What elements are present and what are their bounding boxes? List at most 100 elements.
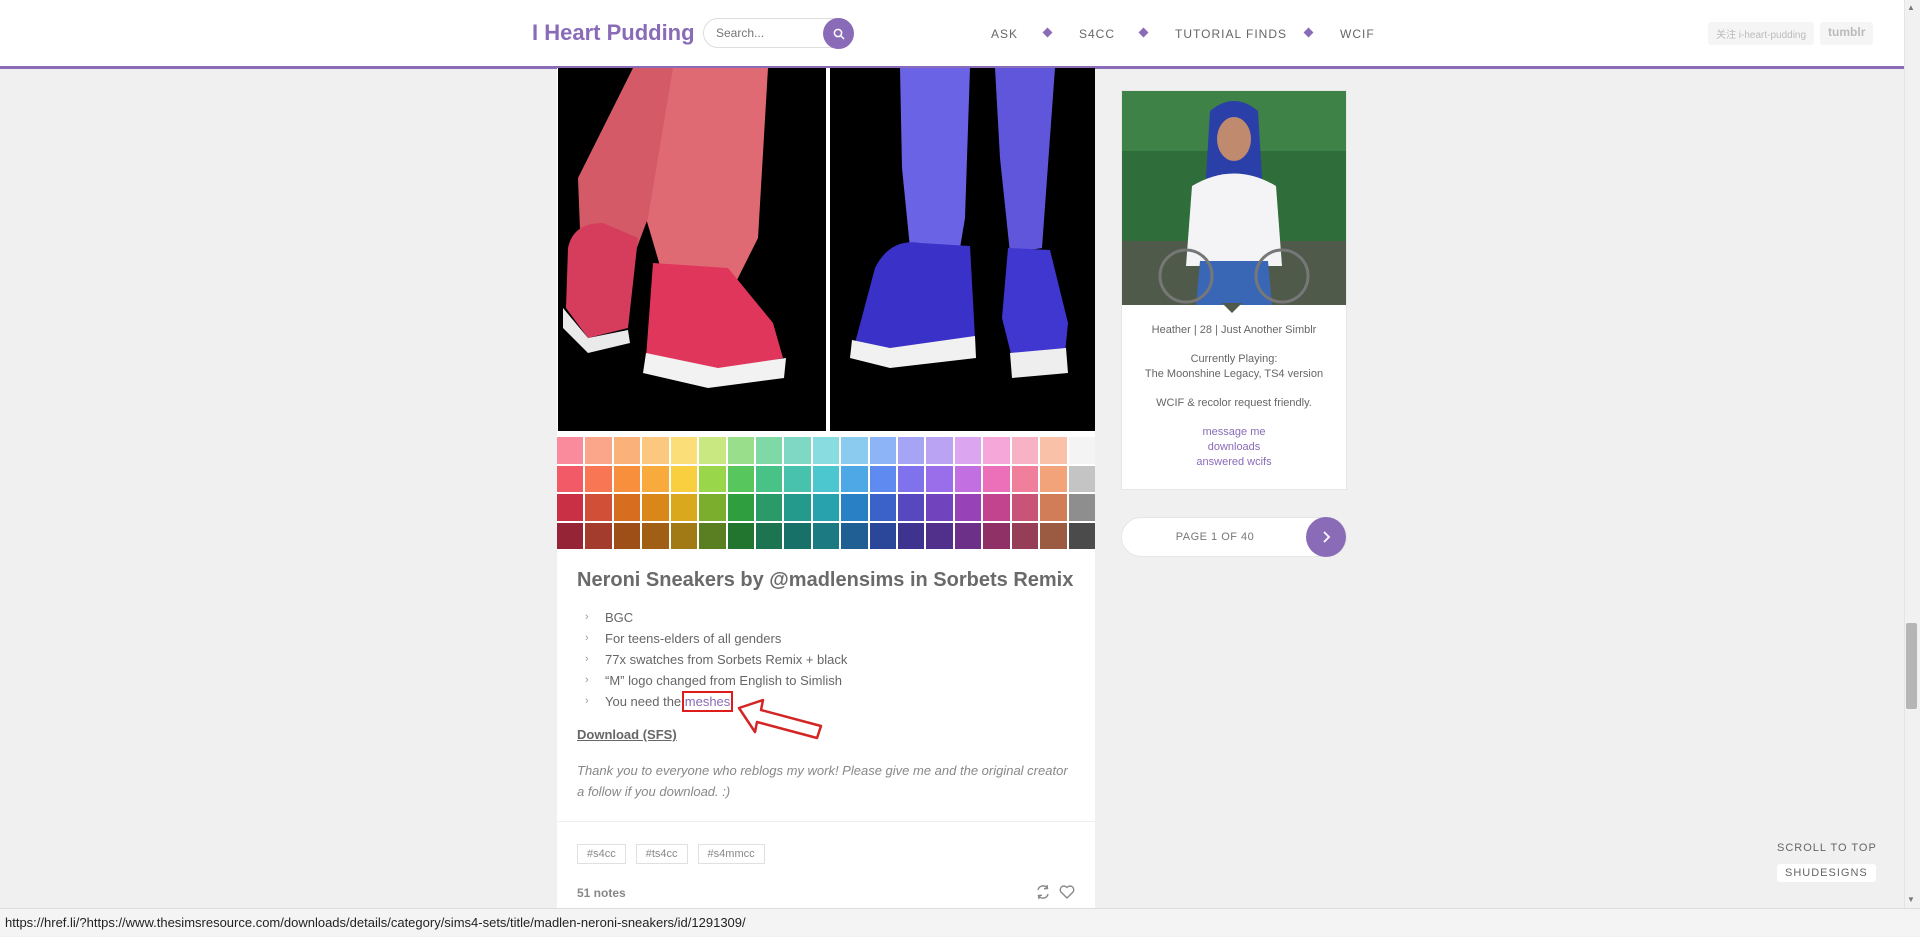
nav-wcif[interactable]: WCIF <box>1340 27 1375 41</box>
swatch <box>869 465 897 492</box>
search-icon <box>833 28 845 40</box>
swatch <box>699 522 726 549</box>
post-actions <box>1035 884 1075 900</box>
tag-s4mmcc[interactable]: #s4mmcc <box>697 844 765 864</box>
scroll-down-icon[interactable]: ▼ <box>1907 895 1915 904</box>
tag-s4cc[interactable]: #s4cc <box>577 844 626 864</box>
swatch-grid[interactable] <box>557 437 1095 549</box>
swatch <box>954 494 982 521</box>
nav-ask[interactable]: ASK <box>991 27 1018 41</box>
swatch <box>869 522 897 549</box>
swatch <box>585 522 612 549</box>
feature-text: You need the <box>605 694 685 709</box>
nav-tutorial-finds[interactable]: TUTORIAL FINDS <box>1175 27 1287 41</box>
swatch <box>898 437 925 464</box>
sneaker-photo-pink[interactable] <box>558 68 826 431</box>
swatch <box>613 494 641 521</box>
swatch <box>670 494 698 521</box>
heart-icon[interactable] <box>1059 884 1075 900</box>
swatch <box>926 437 953 464</box>
swatch <box>1040 437 1067 464</box>
swatch <box>898 522 925 549</box>
swatch <box>727 522 754 549</box>
nav-separator-icon <box>1042 27 1053 38</box>
chevron-right-icon: › <box>585 674 589 686</box>
answered-wcifs-link[interactable]: answered wcifs <box>1122 455 1346 470</box>
reblog-icon[interactable] <box>1035 884 1051 900</box>
swatch <box>1040 522 1067 549</box>
scrollbar[interactable] <box>1904 0 1920 908</box>
blog-title[interactable]: I Heart Pudding <box>532 20 695 46</box>
blue-sneaker-image <box>830 68 1095 431</box>
profile-bio: Heather | 28 | Just Another Simblr Curre… <box>1122 323 1346 470</box>
page-indicator: PAGE 1 OF 40 <box>1175 531 1255 543</box>
avatar-image <box>1122 91 1346 305</box>
post-title: Neroni Sneakers by @madlensims in Sorbet… <box>577 569 1074 591</box>
nav-separator-icon <box>1138 27 1149 38</box>
tag-ts4cc[interactable]: #ts4cc <box>635 844 688 864</box>
swatch <box>557 522 584 549</box>
avatar <box>1122 91 1346 305</box>
feature-text: “M” logo changed from English to Simlish <box>605 673 842 688</box>
swatch <box>784 465 811 492</box>
swatch <box>670 522 698 549</box>
list-item: › BGC <box>577 607 847 628</box>
swatch <box>1040 494 1067 521</box>
scrollbar-thumb[interactable] <box>1906 623 1917 709</box>
swatch <box>755 437 783 464</box>
swatch <box>841 522 868 549</box>
sneaker-photo-blue[interactable] <box>830 68 1095 431</box>
chevron-right-icon <box>1323 531 1331 543</box>
swatch <box>670 437 698 464</box>
downloads-link[interactable]: downloads <box>1122 440 1346 455</box>
swatch <box>613 522 641 549</box>
feature-text: BGC <box>605 610 634 625</box>
swatch <box>585 494 612 521</box>
swatch <box>784 522 811 549</box>
meshes-link[interactable]: meshes <box>681 691 734 712</box>
chevron-right-icon: › <box>585 695 589 707</box>
swatch <box>1011 522 1039 549</box>
next-page-button[interactable] <box>1306 517 1346 557</box>
swatch <box>812 437 840 464</box>
pink-sneaker-image <box>558 68 826 431</box>
tumblr-controls: 关注 i-heart-pudding tumblr <box>1708 22 1874 45</box>
chevron-right-icon: › <box>585 611 589 623</box>
swatch <box>755 522 783 549</box>
tumblr-button[interactable]: tumblr <box>1820 22 1874 45</box>
search-button[interactable] <box>823 18 854 49</box>
scroll-to-top-link[interactable]: SCROLL TO TOP <box>1777 842 1877 854</box>
swatch <box>699 437 726 464</box>
sidebar-profile: Heather | 28 | Just Another Simblr Curre… <box>1121 90 1347 490</box>
swatch <box>1040 465 1067 492</box>
swatch <box>557 465 584 492</box>
notes-count[interactable]: 51 notes <box>577 886 626 900</box>
swatch <box>983 465 1010 492</box>
bio-line: The Moonshine Legacy, TS4 version <box>1144 368 1324 380</box>
tag-list: #s4cc #ts4cc #s4mmcc <box>577 844 765 864</box>
swatch <box>841 494 868 521</box>
swatch <box>898 494 925 521</box>
swatch <box>1011 465 1039 492</box>
list-item: › 77x swatches from Sorbets Remix + black <box>577 649 847 670</box>
swatch <box>926 465 953 492</box>
nav-s4cc[interactable]: S4CC <box>1079 27 1115 41</box>
swatch <box>812 465 840 492</box>
message-me-link[interactable]: message me <box>1122 425 1346 440</box>
swatch <box>613 437 641 464</box>
download-link[interactable]: Download (SFS) <box>577 727 677 742</box>
swatch <box>1011 437 1039 464</box>
swatch <box>642 522 669 549</box>
list-item: › “M” logo changed from English to Simlis… <box>577 670 847 691</box>
follow-button[interactable]: 关注 i-heart-pudding <box>1708 22 1815 45</box>
swatch <box>557 494 584 521</box>
bio-line: Currently Playing: <box>1190 353 1278 365</box>
swatch <box>642 465 669 492</box>
swatch <box>585 465 612 492</box>
theme-credit-link[interactable]: SHUDESIGNS <box>1777 864 1876 882</box>
swatch <box>670 465 698 492</box>
swatch <box>841 437 868 464</box>
scroll-up-icon[interactable]: ▲ <box>1907 3 1915 12</box>
swatch <box>926 522 953 549</box>
thanks-note: Thank you to everyone who reblogs my wor… <box>577 763 1068 799</box>
